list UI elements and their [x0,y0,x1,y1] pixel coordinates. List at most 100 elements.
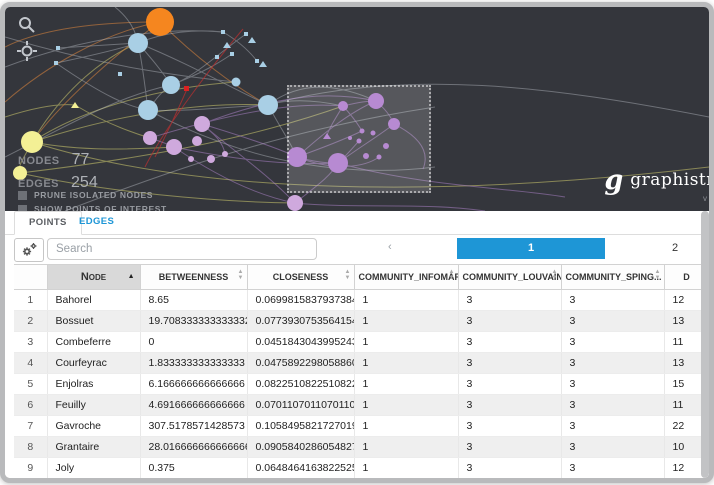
cell: 0.047589229805886035 [247,353,354,374]
column-header-community-infomap[interactable]: COMMUNITY_INFOMAP▲▼ [354,265,458,290]
logo-word: graphistry [630,170,709,190]
sort-icon: ▲▼ [449,269,455,281]
settings-button[interactable] [14,238,44,262]
cell: 3 [458,374,561,395]
cell: 0.06998158379373849 [247,290,354,311]
cell: 3 [458,458,561,479]
row-number: 6 [14,395,47,416]
center-view-icon[interactable] [17,41,37,61]
cell: 1 [354,353,458,374]
sort-icon: ▲▼ [552,269,558,281]
app-window: NODES 77 EDGES 254 PRUNE ISOLATED NODESS… [0,2,714,483]
cell: 4.691666666666666 [140,395,247,416]
cell: 1 [354,374,458,395]
row-number: 3 [14,332,47,353]
cell: Bossuet [47,311,140,332]
cell: 0.375 [140,458,247,479]
graph-option-1: SHOW POINTS OF INTEREST [18,204,167,211]
graph-panel: NODES 77 EDGES 254 PRUNE ISOLATED NODESS… [5,7,709,211]
row-number: 5 [14,374,47,395]
pagination-prev[interactable]: ‹ [388,241,392,253]
column-header-rownum [14,265,47,290]
cell: 1 [354,437,458,458]
cell: 28.016666666666666 [140,437,247,458]
search-input[interactable] [47,238,317,260]
cell: 3 [561,374,664,395]
nodes-label: NODES [18,155,60,167]
cell: 3 [458,290,561,311]
logo-glyph: g [604,165,623,196]
nodes-count: 77 [72,151,90,169]
cell: 3 [458,353,561,374]
cell: 0.07011070110701106 [247,395,354,416]
cell: 3 [561,395,664,416]
table-row[interactable]: 2Bossuet19.7083333333333320.077393075356… [14,311,709,332]
cell: Grantaire [47,437,140,458]
cell: 3 [458,416,561,437]
cell: 0.04518430439952437 [247,332,354,353]
column-header-community-louvain[interactable]: COMMUNITY_LOUVAIN▲▼ [458,265,561,290]
row-number: 1 [14,290,47,311]
cell: 0.08225108225108226 [247,374,354,395]
cell: 1 [354,332,458,353]
graphistry-logo: ggraphistry v [604,165,709,203]
cell: Courfeyrac [47,353,140,374]
cell: 1 [354,458,458,479]
sort-icon: ▲▼ [238,269,244,281]
graph-options: PRUNE ISOLATED NODES SHOW POINTS OF INTER… [18,190,167,211]
table-row[interactable]: 1Bahorel8.650.0699815837937384913312 [14,290,709,311]
option-label: PRUNE ISOLATED NODES [34,190,153,200]
pagination-page-1[interactable]: 1 [457,238,605,259]
tab-edges[interactable]: EDGES [65,211,128,233]
row-number: 2 [14,311,47,332]
graph-option-0: PRUNE ISOLATED NODES [18,190,167,200]
cell: 3 [561,311,664,332]
row-number: 8 [14,437,47,458]
table-row[interactable]: 7Gavroche307.51785714285730.105849582172… [14,416,709,437]
table-row[interactable]: 4Courfeyrac1.8333333333333330.0475892298… [14,353,709,374]
column-header-closeness[interactable]: CLOSENESS▲▼ [247,265,354,290]
checkbox[interactable] [18,191,27,200]
cell: 307.5178571428573 [140,416,247,437]
cell: 3 [561,458,664,479]
vertical-scrollbar[interactable] [701,211,709,478]
cell: 3 [561,353,664,374]
row-number: 7 [14,416,47,437]
table-row[interactable]: 5Enjolras6.1666666666666660.082251082251… [14,374,709,395]
gears-icon [20,242,38,258]
cell: 0.09058402860548272 [247,437,354,458]
cell: 0.07739307535641547 [247,311,354,332]
pagination-page-2[interactable]: 2 [660,238,690,259]
cell: Enjolras [47,374,140,395]
cell: 1 [354,290,458,311]
sort-icon: ▲▼ [345,269,351,281]
cell: 0.10584958217270195 [247,416,354,437]
table-row[interactable]: 9Joly0.3750.0648464163822525513312 [14,458,709,479]
cell: 0.06484641638225255 [247,458,354,479]
cell: 3 [561,332,664,353]
cell: Bahorel [47,290,140,311]
row-number: 9 [14,458,47,479]
cell: 6.166666666666666 [140,374,247,395]
cell: 8.65 [140,290,247,311]
cell: 3 [458,395,561,416]
cell: 1 [354,416,458,437]
cell: 19.708333333333332 [140,311,247,332]
table-row[interactable]: 8Grantaire28.0166666666666660.0905840286… [14,437,709,458]
table-row[interactable]: 3Combeferre00.0451843043995243713311 [14,332,709,353]
selection-rectangle[interactable] [287,85,431,193]
data-panel: POINTSEDGES [5,211,709,478]
table-header-row: Node▲BETWEENNESS▲▼CLOSENESS▲▼COMMUNITY_I… [14,265,709,290]
cell: 3 [458,311,561,332]
tab-bar: POINTSEDGES [5,211,709,235]
zoom-icon[interactable] [17,15,37,35]
column-header-community-sping-[interactable]: COMMUNITY_SPING...▲▼ [561,265,664,290]
sort-asc-icon: ▲ [128,273,135,280]
column-header-node[interactable]: Node▲ [47,265,140,290]
sort-icon: ▲▼ [655,269,661,281]
cell: 0 [140,332,247,353]
column-header-betweenness[interactable]: BETWEENNESS▲▼ [140,265,247,290]
cell: 3 [561,437,664,458]
table-row[interactable]: 6Feuilly4.6916666666666660.0701107011070… [14,395,709,416]
cell: Feuilly [47,395,140,416]
